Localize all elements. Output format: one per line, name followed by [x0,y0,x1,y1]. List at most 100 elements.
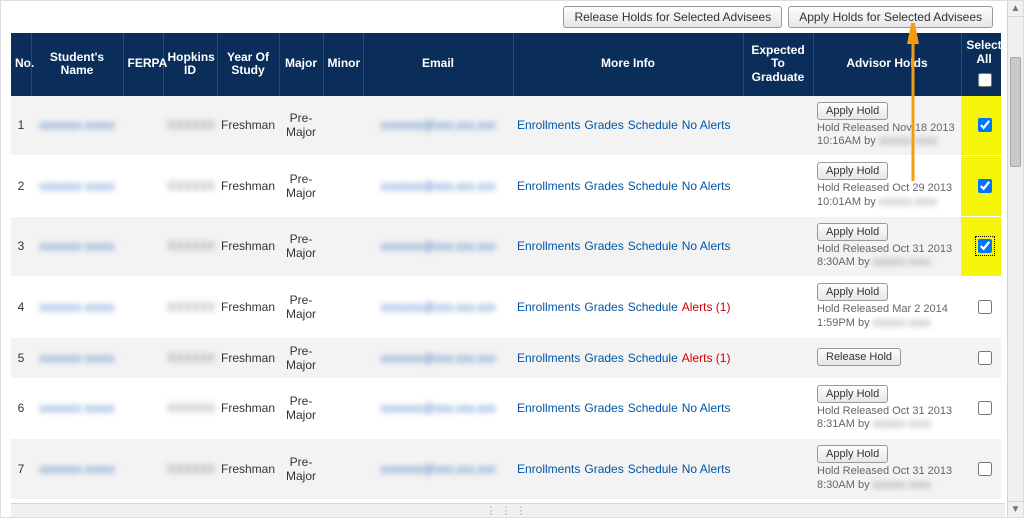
release-hold-button[interactable]: Release Hold [817,348,901,366]
apply-hold-button[interactable]: Apply Hold [817,162,888,180]
no-alerts-link[interactable]: No Alerts [682,179,731,193]
vertical-scrollbar[interactable]: ▲ ▼ [1007,1,1023,517]
cell-ferpa [123,378,163,439]
grades-link[interactable]: Grades [584,179,623,193]
grades-link[interactable]: Grades [584,239,623,253]
no-alerts-link[interactable]: No Alerts [682,401,731,415]
cell-more-info: Enrollments Grades Schedule No Alerts [513,216,743,277]
apply-holds-button[interactable]: Apply Holds for Selected Advisees [788,6,993,28]
cell-select[interactable] [961,216,1001,277]
grades-link[interactable]: Grades [584,462,623,476]
cell-ferpa [123,156,163,217]
col-no: No. [11,33,31,96]
no-alerts-link[interactable]: No Alerts [682,462,731,476]
hopkins-id-redacted: XXXXXX [167,118,215,132]
grades-link[interactable]: Grades [584,300,623,314]
row-checkbox[interactable] [978,462,992,476]
cell-ferpa [123,96,163,156]
cell-year: Freshman [217,96,279,156]
cell-name: xxxxxxx xxxxx [31,439,123,500]
cell-select[interactable] [961,337,1001,378]
cell-hid: XXXXXX [163,439,217,500]
grades-link[interactable]: Grades [584,351,623,365]
cell-more-info: Enrollments Grades Schedule Alerts (1) [513,337,743,378]
cell-more-info: Enrollments Grades Schedule Alerts (1) [513,277,743,338]
scroll-track[interactable] [1008,17,1023,501]
row-checkbox[interactable] [978,179,992,193]
schedule-link[interactable]: Schedule [628,401,678,415]
cell-select[interactable] [961,439,1001,500]
col-graduate: Expected To Graduate [743,33,813,96]
horizontal-scrollbar[interactable]: ⋮⋮⋮ [11,503,1005,517]
schedule-link[interactable]: Schedule [628,179,678,193]
scroll-down-icon[interactable]: ▼ [1008,501,1023,517]
cell-name: xxxxxxx xxxxx [31,156,123,217]
col-major: Major [279,33,323,96]
cell-name: xxxxxxx xxxxx [31,378,123,439]
cell-hid: XXXXXX [163,216,217,277]
schedule-link[interactable]: Schedule [628,118,678,132]
cell-select[interactable] [961,277,1001,338]
enrollments-link[interactable]: Enrollments [517,351,580,365]
cell-email: xxxxxxx@xxx.xxx.xxx [363,216,513,277]
cell-year: Freshman [217,378,279,439]
advisor-name-redacted: xxxxxx xxxx [873,479,931,491]
cell-advisor-holds: Apply Hold Hold Released Nov 18 2013 10:1… [813,96,961,156]
schedule-link[interactable]: Schedule [628,239,678,253]
apply-hold-button[interactable]: Apply Hold [817,223,888,241]
apply-hold-button[interactable]: Apply Hold [817,283,888,301]
cell-hid: XXXXXX [163,378,217,439]
cell-name: xxxxxxx xxxxx [31,337,123,378]
cell-name: xxxxxxx xxxxx [31,96,123,156]
schedule-link[interactable]: Schedule [628,462,678,476]
scroll-thumb[interactable] [1010,57,1021,167]
cell-select[interactable] [961,378,1001,439]
table-header: No. Student's Name FERPA Hopkins ID Year… [11,33,1001,96]
apply-hold-button[interactable]: Apply Hold [817,385,888,403]
row-checkbox[interactable] [978,239,992,253]
release-holds-button[interactable]: Release Holds for Selected Advisees [563,6,782,28]
enrollments-link[interactable]: Enrollments [517,118,580,132]
cell-select[interactable] [961,96,1001,156]
hold-note: Hold Released Oct 31 2013 8:31AM by xxxx… [817,405,957,433]
cell-major: Pre-Major [279,439,323,500]
student-name-redacted: xxxxxxx xxxxx [39,300,114,314]
alerts-link[interactable]: Alerts (1) [682,300,731,314]
row-checkbox[interactable] [978,118,992,132]
row-checkbox[interactable] [978,300,992,314]
apply-hold-button[interactable]: Apply Hold [817,445,888,463]
cell-minor [323,378,363,439]
cell-select[interactable] [961,156,1001,217]
schedule-link[interactable]: Schedule [628,300,678,314]
no-alerts-link[interactable]: No Alerts [682,239,731,253]
col-select-all[interactable]: Select All [961,33,1001,96]
select-all-label: Select All [966,39,1002,67]
table-row: 4xxxxxxx xxxxxXXXXXXFreshmanPre-Majorxxx… [11,277,1001,338]
advisor-name-redacted: xxxxxx xxxx [879,135,937,147]
hold-note: Hold Released Nov 18 2013 10:16AM by xxx… [817,122,957,150]
col-student-name: Student's Name [31,33,123,96]
cell-major: Pre-Major [279,156,323,217]
cell-more-info: Enrollments Grades Schedule No Alerts [513,378,743,439]
enrollments-link[interactable]: Enrollments [517,462,580,476]
grades-link[interactable]: Grades [584,401,623,415]
enrollments-link[interactable]: Enrollments [517,401,580,415]
cell-minor [323,337,363,378]
enrollments-link[interactable]: Enrollments [517,300,580,314]
enrollments-link[interactable]: Enrollments [517,239,580,253]
no-alerts-link[interactable]: No Alerts [682,118,731,132]
scroll-up-icon[interactable]: ▲ [1008,1,1023,17]
grades-link[interactable]: Grades [584,118,623,132]
schedule-link[interactable]: Schedule [628,351,678,365]
apply-hold-button[interactable]: Apply Hold [817,102,888,120]
table-row: 5xxxxxxx xxxxxXXXXXXFreshmanPre-Majorxxx… [11,337,1001,378]
enrollments-link[interactable]: Enrollments [517,179,580,193]
cell-no: 5 [11,337,31,378]
alerts-link[interactable]: Alerts (1) [682,351,731,365]
row-checkbox[interactable] [978,401,992,415]
row-checkbox[interactable] [978,351,992,365]
hopkins-id-redacted: XXXXXX [167,239,215,253]
cell-minor [323,277,363,338]
hold-note: Hold Released Oct 31 2013 8:30AM by xxxx… [817,243,957,271]
select-all-checkbox[interactable] [978,73,992,87]
